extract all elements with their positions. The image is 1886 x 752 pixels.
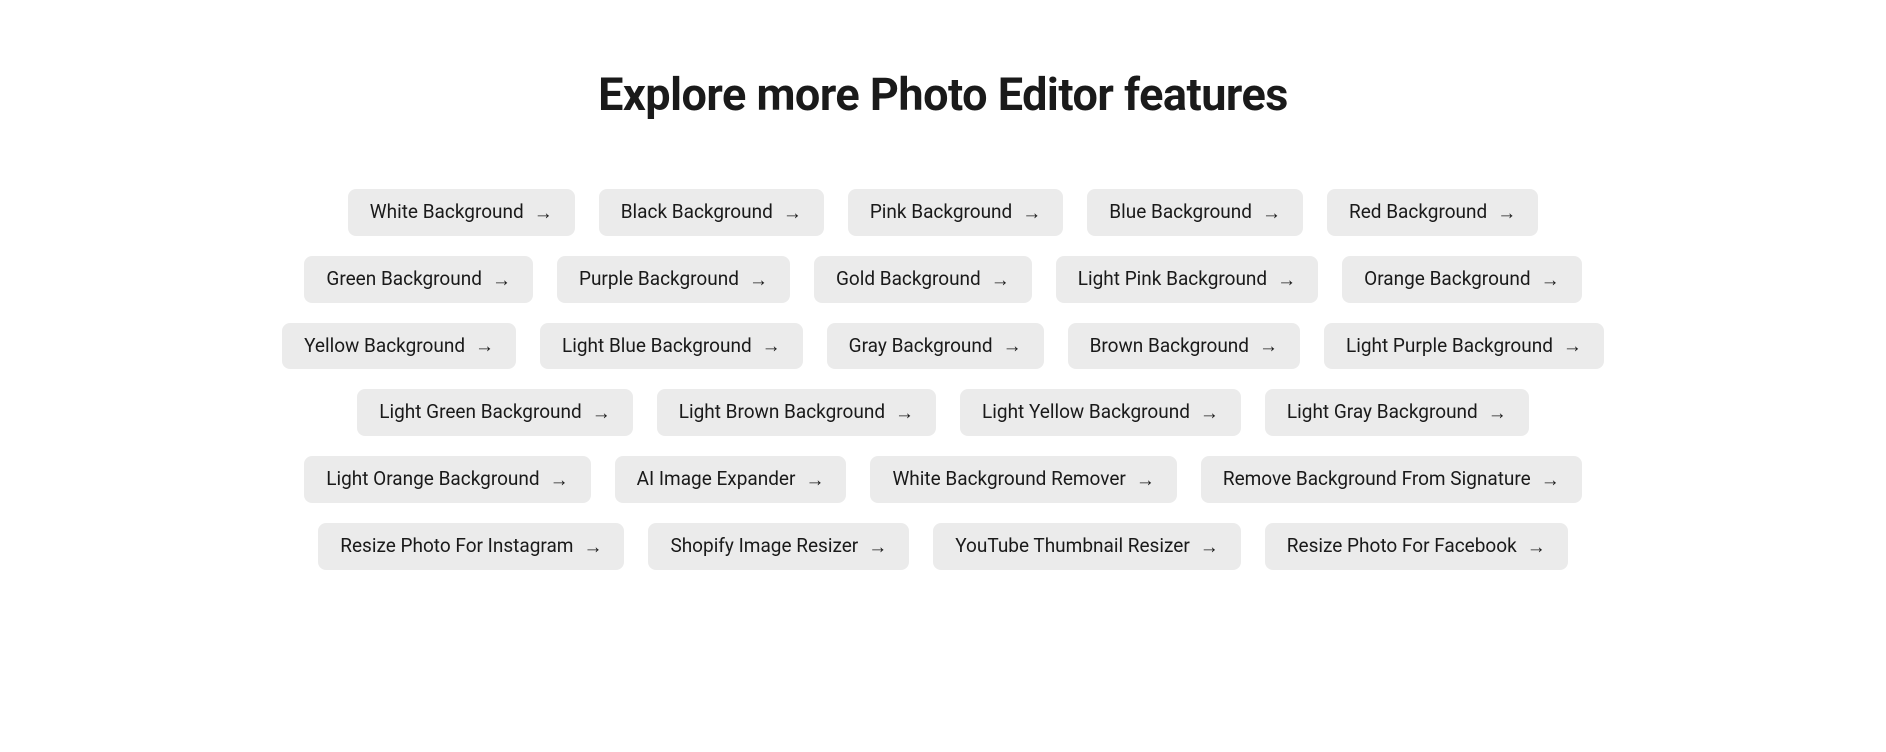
feature-chip[interactable]: Brown Background → [1068,323,1300,370]
feature-chip[interactable]: White Background Remover → [870,456,1176,503]
feature-chip-label: Gray Background [849,335,993,358]
arrow-right-icon: → [1527,537,1546,556]
arrow-right-icon: → [1200,403,1219,422]
feature-chip-label: Black Background [621,201,773,224]
arrow-right-icon: → [1488,403,1507,422]
feature-chip[interactable]: Pink Background → [848,189,1063,236]
feature-chip[interactable]: Blue Background → [1087,189,1303,236]
arrow-right-icon: → [805,470,824,489]
feature-chip-label: White Background Remover [892,468,1125,491]
feature-chip[interactable]: Remove Background From Signature → [1201,456,1582,503]
feature-chip-label: Shopify Image Resizer [670,535,858,558]
feature-chip-list: White Background→Black Background→Pink B… [183,189,1703,570]
feature-chip-label: Light Blue Background [562,335,752,358]
arrow-right-icon: → [991,270,1010,289]
features-section: Explore more Photo Editor features White… [0,68,1886,570]
arrow-right-icon: → [783,203,802,222]
feature-chip[interactable]: Light Brown Background → [657,389,936,436]
feature-chip-label: AI Image Expander [637,468,796,491]
arrow-right-icon: → [868,537,887,556]
arrow-right-icon: → [1277,270,1296,289]
arrow-right-icon: → [534,203,553,222]
feature-chip[interactable]: Orange Background → [1342,256,1581,303]
feature-chip[interactable]: Yellow Background → [282,323,516,370]
feature-chip-label: Yellow Background [304,335,465,358]
feature-chip-label: Light Purple Background [1346,335,1553,358]
arrow-right-icon: → [1541,470,1560,489]
feature-chip-label: Gold Background [836,268,981,291]
arrow-right-icon: → [1136,470,1155,489]
feature-chip-label: Light Yellow Background [982,401,1190,424]
feature-chip[interactable]: Light Blue Background → [540,323,803,370]
feature-chip[interactable]: Shopify Image Resizer → [648,523,909,570]
feature-chip[interactable]: AI Image Expander → [615,456,847,503]
feature-chip[interactable]: Light Orange Background → [304,456,590,503]
feature-chip[interactable]: Resize Photo For Facebook → [1265,523,1568,570]
arrow-right-icon: → [762,336,781,355]
feature-chip-label: Orange Background [1364,268,1530,291]
arrow-right-icon: → [583,537,602,556]
feature-chip-label: Brown Background [1090,335,1249,358]
arrow-right-icon: → [895,403,914,422]
feature-chip-label: Blue Background [1109,201,1252,224]
feature-chip[interactable]: Light Purple Background → [1324,323,1604,370]
feature-chip-label: Light Orange Background [326,468,539,491]
arrow-right-icon: → [1022,203,1041,222]
feature-chip[interactable]: Black Background → [599,189,824,236]
arrow-right-icon: → [492,270,511,289]
feature-chip-label: Pink Background [870,201,1012,224]
feature-chip[interactable]: White Background → [348,189,575,236]
feature-chip-label: Red Background [1349,201,1487,224]
feature-chip-label: Light Brown Background [679,401,885,424]
arrow-right-icon: → [1262,203,1281,222]
feature-chip-label: Resize Photo For Facebook [1287,535,1517,558]
arrow-right-icon: → [1563,336,1582,355]
feature-chip-label: YouTube Thumbnail Resizer [955,535,1190,558]
feature-chip-label: Resize Photo For Instagram [340,535,573,558]
feature-chip[interactable]: YouTube Thumbnail Resizer → [933,523,1241,570]
feature-chip[interactable]: Resize Photo For Instagram → [318,523,624,570]
feature-chip-label: Light Green Background [379,401,581,424]
feature-chip[interactable]: Gold Background → [814,256,1032,303]
feature-chip-label: Purple Background [579,268,739,291]
feature-chip[interactable]: Light Yellow Background → [960,389,1241,436]
arrow-right-icon: → [749,270,768,289]
arrow-right-icon: → [1541,270,1560,289]
feature-chip-label: White Background [370,201,524,224]
feature-chip[interactable]: Purple Background → [557,256,790,303]
arrow-right-icon: → [475,336,494,355]
arrow-right-icon: → [1497,203,1516,222]
section-heading: Explore more Photo Editor features [598,68,1288,121]
arrow-right-icon: → [1003,336,1022,355]
arrow-right-icon: → [550,470,569,489]
feature-chip-label: Light Gray Background [1287,401,1478,424]
feature-chip[interactable]: Gray Background → [827,323,1044,370]
feature-chip[interactable]: Green Background → [304,256,533,303]
feature-chip[interactable]: Red Background → [1327,189,1538,236]
feature-chip-label: Light Pink Background [1078,268,1267,291]
arrow-right-icon: → [1200,537,1219,556]
feature-chip[interactable]: Light Gray Background → [1265,389,1529,436]
feature-chip[interactable]: Light Green Background → [357,389,632,436]
arrow-right-icon: → [592,403,611,422]
feature-chip[interactable]: Light Pink Background → [1056,256,1318,303]
feature-chip-label: Green Background [326,268,482,291]
feature-chip-label: Remove Background From Signature [1223,468,1531,491]
arrow-right-icon: → [1259,336,1278,355]
